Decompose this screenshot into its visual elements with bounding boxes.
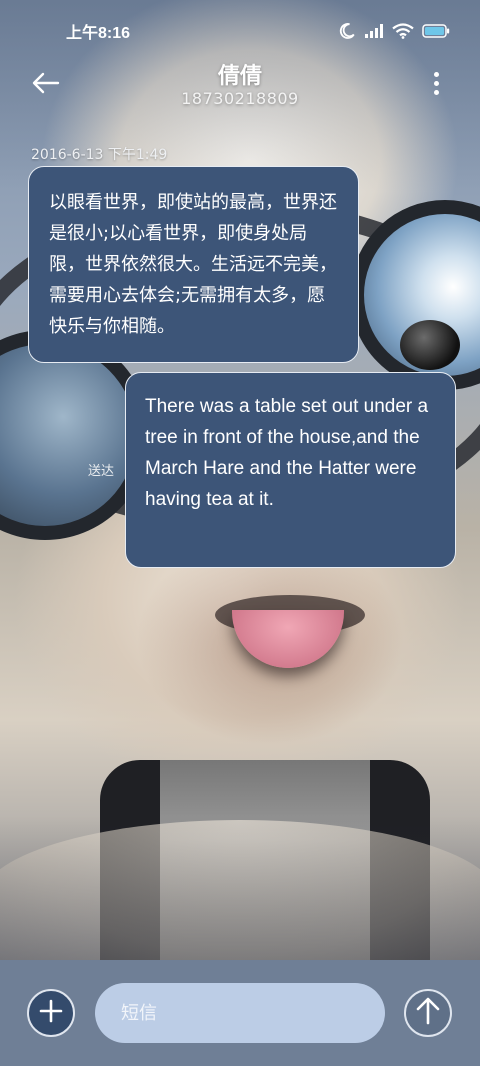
message-text: There was a table set out under a tree i… [145,396,429,510]
arrow-up-icon [415,997,441,1029]
message-text: 以眼看世界，即使站的最高，世界还是很小;以心看世界，即使身处局限，世界依然很大。… [49,192,337,337]
contact-name: 倩倩 [217,64,262,89]
wifi-icon [392,23,414,39]
plus-icon [38,998,64,1028]
moon-icon [338,22,356,40]
message-timestamp: 2016-6-13 下午1:49 [31,147,168,163]
more-options-button[interactable] [424,66,448,100]
status-time: 上午8:16 [66,25,131,42]
send-button[interactable] [404,989,452,1037]
more-vertical-icon [433,71,439,77]
contact-phone-number: 18730218809 [181,89,299,108]
battery-icon [422,24,450,38]
delivery-status: 送达 [88,464,115,479]
more-vertical-icon-dot [433,80,439,86]
incoming-message-bubble[interactable]: 以眼看世界，即使站的最高，世界还是很小;以心看世界，即使身处局限，世界依然很大。… [28,166,359,363]
add-attachment-button[interactable] [27,989,75,1037]
message-composer [0,960,480,1066]
outgoing-message-bubble[interactable]: There was a table set out under a tree i… [125,372,456,568]
status-icons [338,22,450,40]
more-vertical-icon-dot [433,89,439,95]
conversation-header: 倩倩 18730218809 [0,52,480,132]
signal-icon [364,23,384,39]
message-input[interactable] [95,983,385,1043]
